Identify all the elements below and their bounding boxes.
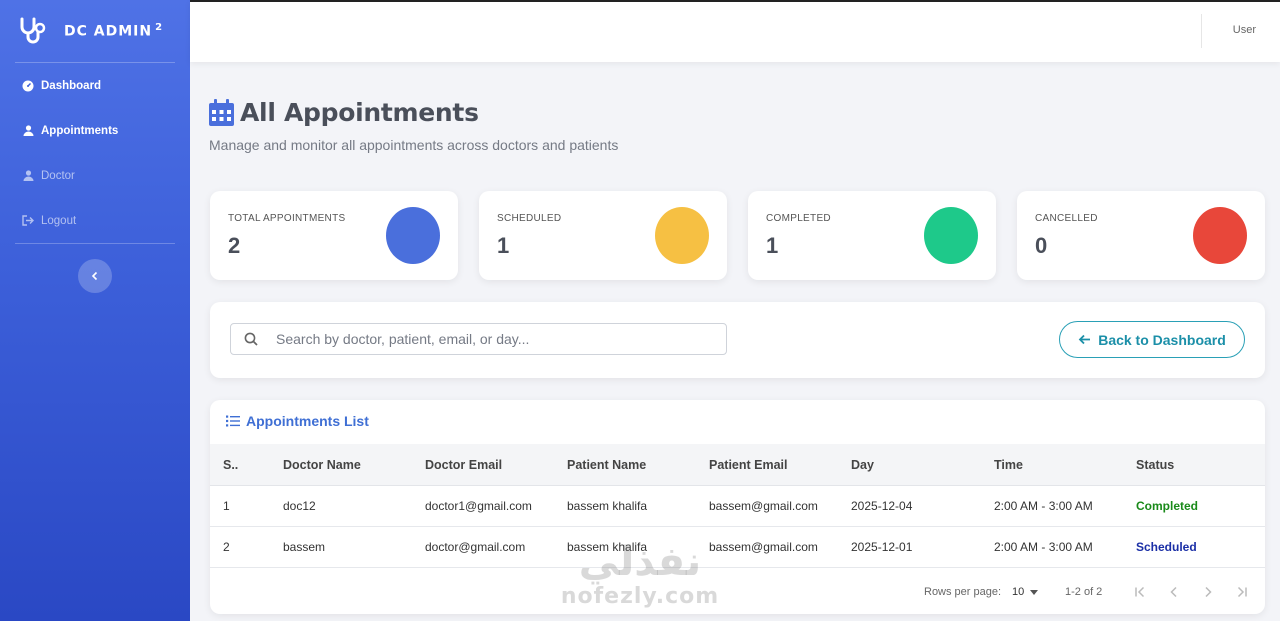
status-badge: Completed — [1136, 499, 1199, 513]
stat-label: CANCELLED — [1035, 213, 1098, 224]
back-to-dashboard-button[interactable]: Back to Dashboard — [1059, 321, 1245, 358]
cell-doctor-email: doctor@gmail.com — [425, 540, 526, 554]
calendar-icon — [209, 99, 234, 126]
chevron-left-icon — [91, 271, 98, 281]
last-page-button[interactable] — [1231, 581, 1253, 603]
cell-patient-name: bassem khalifa — [567, 499, 648, 513]
cell-index: 1 — [223, 499, 230, 513]
gauge-icon — [22, 80, 34, 92]
search-box — [230, 323, 727, 355]
stat-value: 1 — [497, 233, 510, 258]
back-button-label: Back to Dashboard — [1098, 331, 1226, 348]
stat-card-scheduled: SCHEDULED 1 — [479, 191, 727, 280]
appointments-table-panel: Appointments List S.. Doctor Name Doctor… — [210, 400, 1265, 614]
list-title: Appointments List — [226, 413, 369, 429]
table-row[interactable]: 1 doc12 doctor1@gmail.com bassem khalifa… — [210, 486, 1265, 527]
cell-time: 2:00 AM - 3:00 AM — [994, 540, 1093, 554]
topbar-divider — [1201, 14, 1202, 48]
list-icon — [226, 415, 240, 427]
stat-indicator — [386, 207, 440, 264]
stat-value: 0 — [1035, 233, 1048, 258]
user-menu[interactable]: User — [1233, 24, 1256, 36]
list-title-text: Appointments List — [246, 413, 369, 429]
sidebar-item-label: Doctor — [41, 169, 75, 182]
table-row[interactable]: 2 bassem doctor@gmail.com bassem khalifa… — [210, 527, 1265, 568]
last-page-icon — [1237, 586, 1247, 598]
column-header[interactable]: Doctor Name — [283, 444, 361, 485]
previous-page-button[interactable] — [1163, 581, 1185, 603]
cell-day: 2025-12-01 — [851, 540, 913, 554]
search-input[interactable] — [276, 331, 716, 347]
stat-card-completed: COMPLETED 1 — [748, 191, 996, 280]
column-header[interactable]: Doctor Email — [425, 444, 502, 485]
chevron-right-icon — [1205, 586, 1212, 598]
brand-name: DC ADMIN 2 — [64, 22, 164, 40]
user-icon — [22, 170, 34, 182]
stat-indicator — [1193, 207, 1247, 264]
rows-per-page-label: Rows per page: — [924, 586, 1002, 598]
pagination-range: 1-2 of 2 — [1065, 586, 1103, 598]
page-heading: All Appointments — [240, 98, 479, 127]
rows-per-page-value: 10 — [1012, 586, 1025, 598]
next-page-button[interactable] — [1197, 581, 1219, 603]
sidebar-item-dashboard[interactable]: Dashboard — [0, 63, 190, 108]
rows-per-page-select[interactable]: 10 — [1012, 586, 1039, 598]
sidebar: DC ADMIN 2 Dashboard Appointments Doctor … — [0, 0, 190, 621]
cell-patient-email: bassem@gmail.com — [709, 499, 818, 513]
page-title: All Appointments — [209, 98, 479, 127]
sidebar-item-doctor[interactable]: Doctor — [0, 153, 190, 198]
stat-label: COMPLETED — [766, 213, 831, 224]
sidebar-item-label: Dashboard — [41, 79, 102, 92]
chevron-left-icon — [1170, 586, 1177, 598]
cell-index: 2 — [223, 540, 230, 554]
stat-indicator — [924, 207, 978, 264]
topbar: User — [190, 0, 1280, 62]
status-badge: Scheduled — [1136, 540, 1197, 554]
column-header[interactable]: Day — [851, 444, 874, 485]
logout-icon — [22, 215, 34, 227]
page-subtitle: Manage and monitor all appointments acro… — [209, 137, 619, 153]
sidebar-item-label: Appointments — [41, 124, 119, 137]
column-header[interactable]: Patient Name — [567, 444, 646, 485]
stat-indicator — [655, 207, 709, 264]
column-header[interactable]: Status — [1136, 444, 1174, 485]
stat-value: 1 — [766, 233, 779, 258]
stat-label: TOTAL APPOINTMENTS — [228, 213, 346, 224]
cell-doctor-name: doc12 — [283, 499, 316, 513]
cell-patient-email: bassem@gmail.com — [709, 540, 818, 554]
table-header: S.. Doctor Name Doctor Email Patient Nam… — [210, 444, 1265, 486]
pagination: Rows per page: 10 1-2 of 2 — [210, 570, 1265, 614]
sidebar-item-label: Logout — [41, 214, 77, 227]
brand[interactable]: DC ADMIN 2 — [0, 0, 190, 62]
stat-card-total: TOTAL APPOINTMENTS 2 — [210, 191, 458, 280]
sidebar-item-appointments[interactable]: Appointments — [0, 108, 190, 153]
column-header[interactable]: Time — [994, 444, 1023, 485]
cell-time: 2:00 AM - 3:00 AM — [994, 499, 1093, 513]
stat-value: 2 — [228, 233, 241, 258]
search-panel: Back to Dashboard — [210, 302, 1265, 378]
cell-doctor-name: bassem — [283, 540, 326, 554]
stethoscope-icon — [20, 17, 46, 44]
stat-label: SCHEDULED — [497, 213, 562, 224]
stat-card-cancelled: CANCELLED 0 — [1017, 191, 1265, 280]
sidebar-item-logout[interactable]: Logout — [0, 198, 190, 243]
cell-day: 2025-12-04 — [851, 499, 913, 513]
first-page-icon — [1135, 586, 1145, 598]
column-header[interactable]: Patient Email — [709, 444, 788, 485]
first-page-button[interactable] — [1129, 581, 1151, 603]
user-icon — [22, 125, 34, 137]
cell-patient-name: bassem khalifa — [567, 540, 648, 554]
cell-doctor-email: doctor1@gmail.com — [425, 499, 532, 513]
caret-down-icon — [1030, 589, 1039, 595]
arrow-left-icon — [1078, 334, 1091, 345]
column-header[interactable]: S.. — [223, 444, 238, 485]
collapse-sidebar-button[interactable] — [78, 259, 112, 293]
sidebar-divider — [15, 243, 175, 244]
search-icon — [231, 332, 271, 346]
